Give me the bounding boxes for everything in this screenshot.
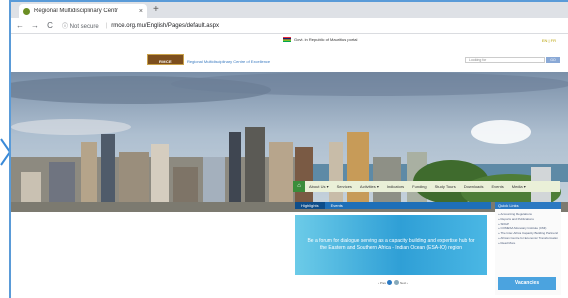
nav-item-activities[interactable]: Activities ▾ (356, 184, 383, 189)
mission-banner[interactable]: Be a forum for dialogue serving as a cap… (295, 215, 487, 275)
vacancies-button[interactable]: Vacancies (498, 277, 556, 290)
pager-next[interactable]: Next › (400, 281, 408, 285)
highlights-tabs: Highlights Events (295, 202, 491, 209)
site-logo[interactable]: RMCE (147, 54, 184, 65)
logo-text: RMCE (159, 59, 172, 64)
carousel-pager: ‹ Prev Next › (295, 280, 491, 285)
carousel-dot-active[interactable] (387, 280, 392, 285)
quick-links-panel: Quick Links » Accounting Regulations » R… (495, 202, 561, 295)
nav-item-funding[interactable]: Funding (408, 184, 430, 189)
web-page: Govt. in Republic of Mauritius portal EN… (11, 35, 568, 298)
quick-links-list: » Accounting Regulations » Reports and P… (495, 209, 561, 246)
gov-portal-link[interactable]: Govt. in Republic of Mauritius portal (283, 37, 357, 42)
tab-strip: Regional Multidisciplinary Centr × + (11, 2, 568, 18)
search-button[interactable]: GO (546, 57, 560, 63)
nav-item-indicators[interactable]: Indicators (383, 184, 408, 189)
url-field[interactable]: ⓘ Not secure | rmce.org.mu/English/Pages… (62, 20, 532, 31)
main-nav: ⌂ About Us ▾ Services Activities ▾ Indic… (293, 181, 560, 192)
nav-item-events[interactable]: Events (488, 184, 508, 189)
search-input[interactable]: Looking for (465, 57, 545, 63)
screenshot-stage: Regional Multidisciplinary Centr × + ← →… (0, 0, 568, 298)
quick-links-title: Quick Links (495, 202, 561, 209)
forward-button[interactable]: → (29, 21, 41, 30)
tab-events[interactable]: Events (325, 202, 349, 209)
nav-item-downloads[interactable]: Downloads (460, 184, 488, 189)
nav-item-study-tours[interactable]: Study Tours (431, 184, 460, 189)
browser-window: Regional Multidisciplinary Centr × + ← →… (9, 0, 568, 298)
browser-tab[interactable]: Regional Multidisciplinary Centr × (19, 4, 147, 18)
address-bar-row: ← → C ⓘ Not secure | rmce.org.mu/English… (11, 18, 568, 34)
carousel-dot[interactable] (394, 280, 399, 285)
language-switch[interactable]: EN | FR (542, 38, 556, 43)
new-tab-button[interactable]: + (153, 4, 159, 15)
site-name[interactable]: Regional Multidisciplinary Centre of Exc… (187, 59, 270, 64)
tab-title: Regional Multidisciplinary Centr (34, 8, 119, 14)
nav-item-services[interactable]: Services (333, 184, 356, 189)
nav-item-media[interactable]: Media ▾ (508, 184, 530, 189)
mauritius-flag-icon (283, 37, 291, 42)
home-icon[interactable]: ⌂ (293, 181, 305, 192)
reload-button[interactable]: C (44, 21, 56, 30)
highlights-panel: Highlights Events Be a forum for dialogu… (295, 202, 491, 292)
quick-link-read-more[interactable]: » Read More (498, 241, 558, 246)
pager-prev[interactable]: ‹ Prev (378, 281, 386, 285)
close-tab-icon[interactable]: × (139, 8, 143, 15)
url-text[interactable]: rmce.org.mu/English/Pages/default.aspx (111, 23, 219, 29)
banner-text: Be a forum for dialogue serving as a cap… (307, 238, 475, 251)
tab-highlights[interactable]: Highlights (295, 202, 325, 209)
nav-item-about[interactable]: About Us ▾ (305, 184, 333, 189)
not-secure-label[interactable]: ⓘ Not secure (62, 21, 99, 30)
gov-portal-label: Govt. in Republic of Mauritius portal (294, 37, 358, 42)
url-separator: | (105, 22, 108, 29)
back-button[interactable]: ← (14, 21, 26, 30)
favicon-icon (23, 7, 30, 15)
